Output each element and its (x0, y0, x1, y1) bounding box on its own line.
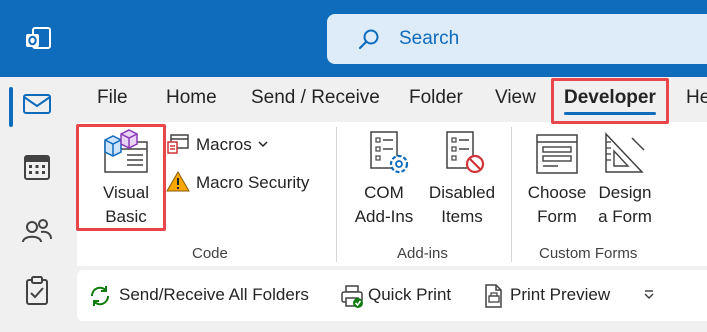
tab-home[interactable]: Home (166, 87, 217, 109)
macro-security-button[interactable]: Macro Security (196, 173, 309, 193)
chevron-down-icon[interactable] (642, 288, 656, 302)
quick-print-button[interactable]: Quick Print (368, 285, 451, 305)
navigation-rail (0, 77, 78, 332)
design-form-label-2: a Form (598, 207, 652, 226)
group-label-code: Code (192, 245, 228, 262)
search-icon (358, 29, 379, 50)
com-addins-label-1: COM (364, 183, 404, 202)
sync-icon (90, 286, 110, 306)
print-preview-button[interactable]: Print Preview (510, 285, 610, 305)
visual-basic-button[interactable]: Visual Basic (86, 181, 166, 229)
mail-icon[interactable] (20, 87, 54, 121)
visual-basic-label-2: Basic (105, 207, 147, 226)
tab-send-receive[interactable]: Send / Receive (251, 87, 380, 109)
com-addins-button[interactable]: COM Add-Ins (344, 181, 424, 229)
search-box[interactable]: Search (327, 14, 707, 64)
design-form-icon (605, 132, 645, 173)
macros-icon (167, 134, 189, 154)
visual-basic-label-1: Visual (103, 183, 149, 202)
group-label-addins: Add-ins (397, 245, 448, 262)
title-bar: Search (0, 0, 707, 77)
com-addins-icon (370, 131, 409, 174)
search-placeholder: Search (399, 28, 460, 49)
visual-basic-icon (104, 129, 148, 173)
tab-help[interactable]: He (686, 87, 707, 109)
design-form-button[interactable]: Design a Form (585, 181, 665, 229)
choose-form-icon (536, 134, 578, 174)
print-preview-icon (485, 284, 502, 308)
tab-view[interactable]: View (495, 87, 536, 109)
design-form-label-1: Design (598, 183, 652, 202)
tasks-icon[interactable] (20, 274, 54, 308)
group-divider (336, 127, 337, 262)
printer-icon (341, 285, 363, 308)
disabled-items-button[interactable]: Disabled Items (421, 181, 503, 229)
com-addins-label-2: Add-Ins (354, 207, 414, 226)
people-icon[interactable] (20, 214, 54, 248)
chevron-down-icon[interactable] (258, 140, 268, 148)
disabled-items-label-2: Items (441, 207, 483, 226)
outlook-logo-icon (26, 27, 51, 49)
macros-button[interactable]: Macros (196, 135, 252, 155)
disabled-items-label-1: Disabled (428, 183, 496, 202)
tab-file[interactable]: File (97, 87, 128, 109)
group-label-custom-forms: Custom Forms (539, 245, 638, 262)
group-divider (511, 127, 512, 262)
tab-folder[interactable]: Folder (409, 87, 463, 109)
tab-developer[interactable]: Developer (564, 87, 656, 109)
active-indicator (9, 87, 13, 127)
send-receive-all-button[interactable]: Send/Receive All Folders (119, 285, 309, 305)
calendar-icon[interactable] (20, 150, 54, 184)
warning-icon (166, 171, 190, 192)
disabled-items-icon (446, 131, 485, 174)
active-tab-underline (564, 112, 656, 115)
